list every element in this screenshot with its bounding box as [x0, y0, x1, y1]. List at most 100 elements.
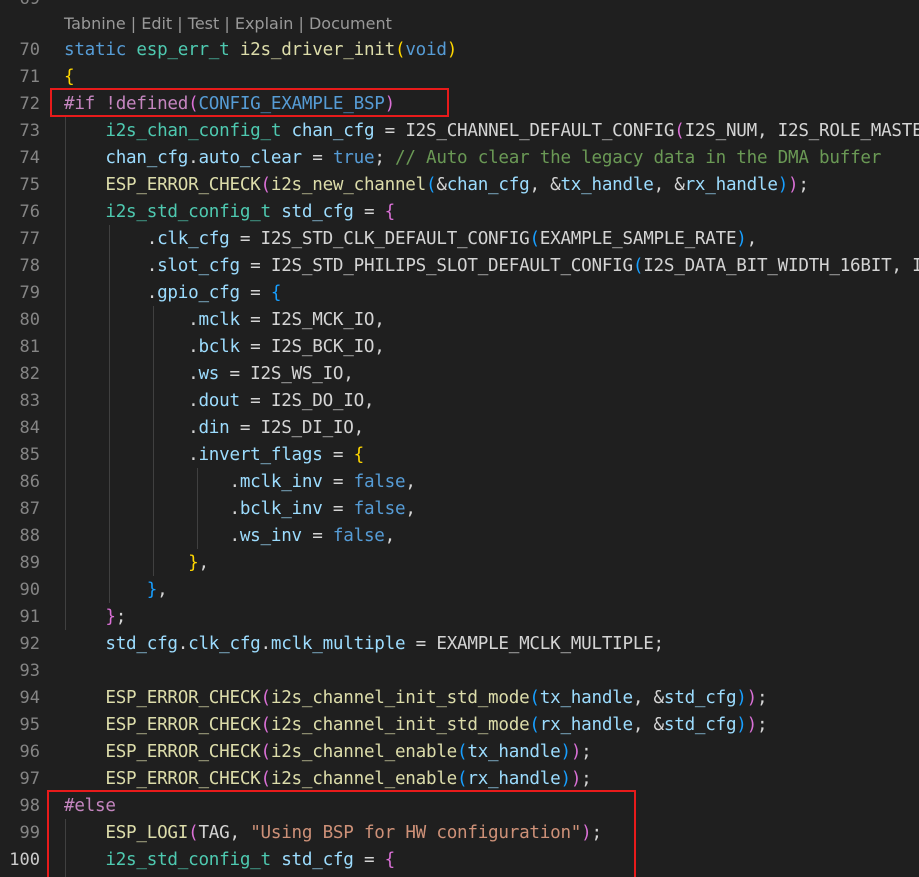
code-token: I2S_DATA_BIT_WIDTH_16BIT, I2S_SLOT_MODE_… [643, 256, 919, 276]
codelens-document[interactable]: Document [309, 14, 392, 33]
code-line[interactable]: chan_cfg.auto_clear = true; // Auto clea… [64, 145, 881, 172]
code-line[interactable]: i2s_std_config_t std_cfg = { [64, 199, 395, 226]
code-token: i2s_channel_init_std_mode [270, 688, 530, 708]
code-line[interactable]: }; [64, 604, 126, 631]
code-token: . [64, 445, 199, 465]
codelens-edit[interactable]: Edit [141, 14, 172, 33]
code-editor[interactable]: 69 Tabnine | Edit | Test | Explain | Doc… [0, 0, 919, 877]
line-number: 100 [9, 850, 40, 870]
line-number: 87 [19, 499, 40, 519]
code-token: chan_cfg [446, 175, 530, 195]
code-line[interactable]: .ws = I2S_WS_IO, [64, 361, 354, 388]
code-token: false [353, 499, 406, 519]
line-number: 96 [19, 742, 40, 762]
code-token: = I2S_MCK_IO, [239, 310, 385, 330]
code-line[interactable]: .gpio_cfg = { [64, 280, 282, 307]
codelens-test[interactable]: Test [188, 14, 220, 33]
code-token: ) [746, 688, 758, 708]
line-number: 69 [0, 0, 40, 13]
code-token: dout [198, 391, 240, 411]
code-token: ws [198, 364, 220, 384]
code-token: } [146, 580, 158, 600]
code-line[interactable]: ESP_ERROR_CHECK(i2s_channel_init_std_mod… [64, 685, 767, 712]
code-token: I2S_NUM, I2S_ROLE_MASTER [684, 121, 919, 141]
code-token: ( [260, 688, 272, 708]
code-token: ; [581, 742, 592, 762]
codelens-separator: | [219, 14, 235, 33]
code-line[interactable]: { [64, 64, 75, 91]
code-token: . [260, 634, 272, 654]
code-token: ( [529, 688, 540, 708]
code-line[interactable]: i2s_chan_config_t chan_cfg = I2S_CHANNEL… [64, 118, 919, 145]
code-token: . [64, 229, 158, 249]
code-token: ) [746, 715, 758, 735]
codelens-separator: | [293, 14, 309, 33]
code-token: chan_cfg [291, 121, 375, 141]
code-token: = [322, 472, 354, 492]
line-number: 84 [19, 418, 40, 438]
code-token: = [239, 283, 271, 303]
code-token: , [746, 229, 758, 249]
code-token: ( [674, 121, 685, 141]
line-number: 80 [19, 310, 40, 330]
code-line[interactable]: .mclk_inv = false, [64, 469, 415, 496]
code-token: ESP_ERROR_CHECK [105, 769, 261, 789]
code-line[interactable]: }, [64, 550, 209, 577]
code-line[interactable]: .slot_cfg = I2S_STD_PHILIPS_SLOT_DEFAULT… [64, 253, 919, 280]
code-line[interactable]: .ws_inv = false, [64, 523, 395, 550]
code-line[interactable]: }, [64, 577, 168, 604]
code-line[interactable]: .bclk = I2S_BCK_IO, [64, 334, 385, 361]
code-line[interactable]: static esp_err_t i2s_driver_init(void) [64, 37, 457, 64]
line-number: 77 [19, 229, 40, 249]
code-token: ) [788, 175, 799, 195]
line-number: 81 [19, 337, 40, 357]
code-line[interactable]: .bclk_inv = false, [64, 496, 415, 523]
line-number: 78 [19, 256, 40, 276]
code-token: = I2S_BCK_IO, [239, 337, 385, 357]
line-number: 82 [19, 364, 40, 384]
code-token: invert_flags [198, 445, 323, 465]
line-number: 94 [19, 688, 40, 708]
line-number: 79 [19, 283, 40, 303]
code-line[interactable]: ESP_ERROR_CHECK(i2s_channel_init_std_mod… [64, 712, 767, 739]
line-number: 91 [19, 607, 40, 627]
code-token: . [64, 364, 199, 384]
line-number: 93 [19, 661, 40, 681]
codelens-tabnine[interactable]: Tabnine [64, 14, 126, 33]
code-token: ESP_ERROR_CHECK [105, 175, 261, 195]
line-number: 88 [19, 526, 40, 546]
line-number: 86 [19, 472, 40, 492]
code-token: ; [374, 148, 395, 168]
code-line[interactable]: std_cfg.clk_cfg.mclk_multiple = EXAMPLE_… [64, 631, 664, 658]
code-token: esp_err_t [136, 40, 230, 60]
code-token: . [177, 634, 189, 654]
code-token: false [332, 526, 385, 546]
line-number: 95 [19, 715, 40, 735]
code-token: . [64, 391, 199, 411]
code-line[interactable]: ESP_ERROR_CHECK(i2s_channel_enable(tx_ha… [64, 739, 592, 766]
code-token: , & [632, 715, 664, 735]
code-line[interactable]: .dout = I2S_DO_IO, [64, 388, 374, 415]
code-token: true [332, 148, 375, 168]
code-line[interactable]: ESP_ERROR_CHECK(i2s_channel_enable(rx_ha… [64, 766, 591, 793]
code-token: ( [457, 769, 468, 789]
code-token: ) [446, 40, 458, 60]
code-token: = [301, 148, 333, 168]
codelens-explain[interactable]: Explain [235, 14, 294, 33]
code-token: ; [115, 607, 127, 627]
code-line[interactable]: ESP_ERROR_CHECK(i2s_new_channel(&chan_cf… [64, 172, 809, 199]
line-number: 90 [19, 580, 40, 600]
code-token: bclk [198, 337, 240, 357]
code-line[interactable]: .clk_cfg = I2S_STD_CLK_DEFAULT_CONFIG(EX… [64, 226, 758, 253]
line-number: 99 [19, 823, 40, 843]
code-token: std_cfg [663, 715, 737, 735]
indent-guide [153, 306, 154, 576]
code-line[interactable]: .mclk = I2S_MCK_IO, [64, 307, 385, 334]
